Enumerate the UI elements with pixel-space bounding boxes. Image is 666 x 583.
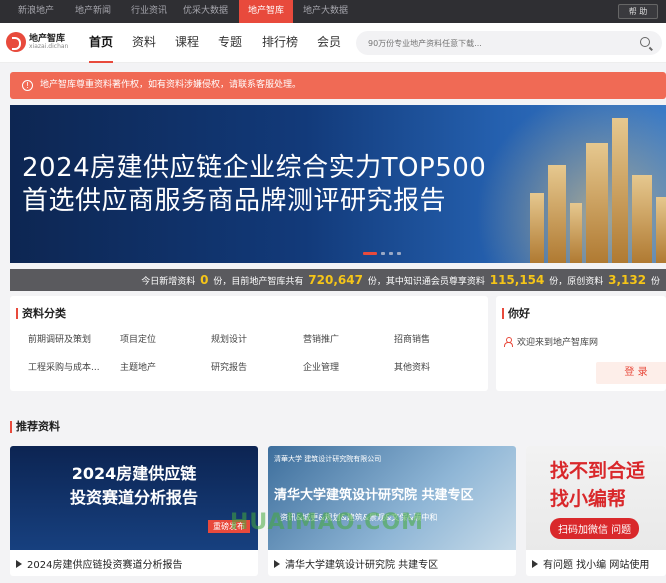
thumb-wechat-button: 扫码加微信 问题	[550, 518, 640, 539]
hero-banner[interactable]: 2024房建供应链企业综合实力TOP500 首选供应商服务商品牌测评研究报告	[10, 105, 666, 263]
category-item[interactable]: 招商销售	[394, 332, 430, 345]
recommend-title: 推荐资料	[10, 421, 60, 433]
topbar-tab-news[interactable]: 地产新闻	[75, 0, 111, 23]
recommend-thumbnail[interactable]: 2024房建供应链 投资赛道分析报告 重磅发布	[10, 446, 258, 550]
carousel-dot[interactable]	[389, 252, 393, 255]
stats-label: 份	[650, 277, 660, 287]
recommend-caption-text: 清华大学建筑设计研究院 共建专区	[285, 560, 439, 571]
logo-subtext: xiazai.dichan	[29, 43, 69, 50]
header: 地产智库 xiazai.dichan 首页 资料 课程 专题 排行榜 会员	[0, 23, 666, 63]
recommend-caption[interactable]: 2024房建供应链投资赛道分析报告	[16, 556, 182, 571]
building-shape	[570, 203, 582, 263]
banner-subheadline: 首选供应商服务商品牌测评研究报告	[22, 186, 447, 216]
recommend-caption[interactable]: 有问题 找小编 网站使用	[532, 556, 649, 571]
logo-icon[interactable]	[6, 32, 26, 52]
nav-materials[interactable]: 资料	[132, 23, 156, 63]
category-item[interactable]: 其他资料	[394, 360, 430, 373]
thumb-headline: 找不到合适	[550, 460, 646, 482]
thumb-org: 清華大学 建筑设计研究院有限公司	[274, 455, 382, 463]
search-icon[interactable]	[640, 37, 650, 47]
stats-label: 份，原创资料	[549, 277, 604, 287]
category-item[interactable]: 营销推广	[303, 332, 339, 345]
stats-total-count: 720,647	[308, 273, 363, 287]
nav-membership[interactable]: 会员	[317, 23, 341, 63]
help-button[interactable]: 帮 助	[618, 4, 658, 19]
thumb-headline: 找小编帮	[550, 488, 627, 510]
search-bar	[356, 31, 662, 55]
thumb-headline: 清华大学建筑设计研究院 共建专区	[274, 488, 474, 503]
recommend-caption[interactable]: 清华大学建筑设计研究院 共建专区	[274, 556, 438, 571]
copyright-notice: ! 地产智库尊重资料著作权，如有资料涉嫌侵权，请联系客服处理。	[10, 72, 666, 99]
stats-label: 份，目前地产智库共有	[213, 277, 304, 287]
category-item[interactable]: 项目定位	[120, 332, 156, 345]
user-panel-title: 你好	[502, 308, 530, 319]
category-item[interactable]: 主题地产	[120, 360, 156, 373]
stats-original-count: 3,132	[608, 273, 647, 287]
topbar-tab-sina-realestate[interactable]: 新浪地产	[18, 0, 54, 23]
category-item[interactable]: 企业管理	[303, 360, 339, 373]
building-shape	[612, 118, 628, 263]
category-item[interactable]: 规划设计	[211, 332, 247, 345]
topbar-tab-realestate-bigdata[interactable]: 地产大数据	[303, 0, 348, 23]
top-bar: 新浪地产 地产新闻 行业资讯 优采大数据 地产智库 地产大数据 帮 助	[0, 0, 666, 23]
stats-label: 份，其中知识通会员尊享资料	[367, 277, 485, 287]
recommend-card[interactable]: 找不到合适 找小编帮 扫码加微信 问题 有问题 找小编 网站使用	[526, 446, 666, 576]
stats-member-count: 115,154	[489, 273, 545, 287]
user-panel: 你好 欢迎来到地产智库网 登 录	[496, 296, 666, 391]
thumb-headline: 2024房建供应链	[71, 464, 197, 483]
building-shape	[530, 193, 544, 263]
user-icon	[504, 337, 513, 347]
recommend-caption-text: 有问题 找小编 网站使用	[543, 560, 650, 571]
recommend-thumbnail[interactable]: 找不到合适 找小编帮 扫码加微信 问题	[526, 446, 666, 550]
nav-home[interactable]: 首页	[89, 23, 114, 63]
banner-headline: 2024房建供应链企业综合实力TOP500	[22, 153, 487, 183]
category-title: 资料分类	[16, 308, 66, 319]
carousel-dot[interactable]	[363, 252, 377, 255]
welcome-line: 欢迎来到地产智库网	[504, 335, 598, 348]
building-shape	[656, 197, 666, 263]
nav-rankings[interactable]: 排行榜	[262, 23, 298, 63]
carousel-dot[interactable]	[397, 252, 401, 255]
category-panel: 资料分类 前期调研及策划 项目定位 规划设计 营销推广 招商销售 工程采购与成本…	[10, 296, 488, 391]
stats-label: 今日新增资料	[141, 277, 196, 287]
category-item[interactable]: 工程采购与成本...	[28, 360, 100, 373]
stats-bar: 今日新增资料 0 份，目前地产智库共有 720,647 份，其中知识通会员尊享资…	[10, 269, 666, 291]
category-item[interactable]: 研究报告	[211, 360, 247, 373]
watermark: HUAIMAO.COM	[230, 510, 425, 535]
login-button[interactable]: 登 录	[596, 362, 666, 384]
carousel-dot[interactable]	[381, 252, 385, 255]
topbar-tab-bigdata-youcai[interactable]: 优采大数据	[183, 0, 228, 23]
stats-today-count: 0	[200, 273, 209, 287]
info-icon: !	[22, 80, 33, 91]
play-icon	[16, 560, 22, 568]
category-item[interactable]: 前期调研及策划	[28, 332, 91, 345]
search-input[interactable]	[368, 35, 628, 51]
topbar-tab-industry[interactable]: 行业资讯	[131, 0, 167, 23]
play-icon	[274, 560, 280, 568]
recommend-caption-text: 2024房建供应链投资赛道分析报告	[27, 560, 183, 571]
welcome-text: 欢迎来到地产智库网	[517, 338, 599, 348]
topbar-tab-think-tank[interactable]: 地产智库	[239, 0, 294, 23]
play-icon	[532, 560, 538, 568]
nav-courses[interactable]: 课程	[175, 23, 199, 63]
building-shape	[586, 143, 608, 263]
building-shape	[632, 175, 652, 263]
nav-topics[interactable]: 专题	[218, 23, 242, 63]
thumb-headline: 投资赛道分析报告	[69, 488, 198, 507]
recommend-card[interactable]: 2024房建供应链 投资赛道分析报告 重磅发布 2024房建供应链投资赛道分析报…	[10, 446, 258, 576]
notice-text: 地产智库尊重资料著作权，如有资料涉嫌侵权，请联系客服处理。	[40, 80, 302, 90]
building-shape	[548, 165, 566, 263]
